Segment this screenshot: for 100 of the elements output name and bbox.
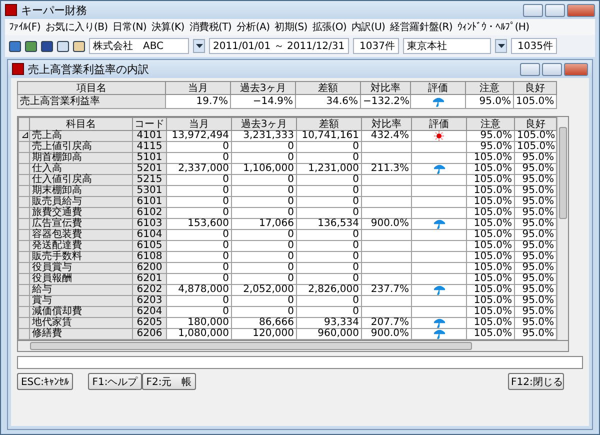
table-cell: 販売員給与 (30, 196, 132, 208)
menu-item[interactable]: 内訳(U) (352, 20, 386, 34)
table-cell: 地代家賃 (30, 318, 132, 328)
table-cell: 95.0% (466, 142, 514, 152)
branch-field[interactable]: 東京本社 (403, 38, 491, 54)
table-cell: 105.0% (466, 196, 514, 208)
table-cell: 0 (166, 252, 232, 262)
cancel-button[interactable]: ESC:ｷｬﾝｾﾙ (17, 373, 73, 390)
minimize-button[interactable] (520, 62, 540, 76)
table-cell: 0 (166, 230, 232, 240)
table-cell: 432.4% (362, 130, 412, 142)
dropdown-button[interactable] (193, 39, 205, 53)
table-cell: 13,972,494 (166, 130, 232, 142)
umbrella-icon (432, 96, 444, 106)
table-cell: 95.0% (514, 196, 556, 208)
table-cell: 95.0% (514, 296, 556, 306)
table-cell: 0 (296, 240, 362, 252)
table-cell: 0 (232, 252, 296, 262)
menu-item[interactable]: 初期(S) (274, 20, 308, 34)
column-header: 過去3ヶ月 (230, 82, 296, 94)
table-cell: 95.0% (514, 186, 556, 196)
table-cell: 0 (166, 196, 232, 208)
maximize-button[interactable] (542, 62, 562, 76)
table-cell: 期末棚卸高 (30, 186, 132, 196)
menu-item[interactable]: ﾌｧｲﾙ(F) (9, 21, 40, 33)
table-cell: 95.0% (514, 252, 556, 262)
table-cell: 売上高営業利益率 (18, 94, 166, 108)
table-cell: 0 (232, 186, 296, 196)
table-cell: 10,741,161 (296, 130, 362, 142)
table-cell: 0 (296, 142, 362, 152)
minimize-button[interactable] (523, 4, 543, 16)
maximize-button[interactable] (545, 4, 565, 16)
count-field: 1037件 (353, 38, 399, 54)
table-cell: 2,826,000 (296, 284, 362, 296)
column-header: 注意 (466, 118, 514, 130)
menu-item[interactable]: 分析(A) (236, 20, 270, 34)
table-cell: 95.0% (514, 328, 556, 340)
column-header: 良好 (514, 82, 556, 94)
table-cell: 0 (296, 296, 362, 306)
table-cell: 6201 (132, 274, 166, 284)
period-field[interactable]: 2011/01/01 ～ 2011/12/31 (209, 38, 349, 54)
horizontal-scrollbar[interactable] (17, 341, 569, 352)
column-header: 差額 (296, 118, 362, 130)
table-cell: 237.7% (362, 284, 412, 296)
table-cell: 105.0% (466, 262, 514, 274)
window-title: 売上高営業利益率の内訳 (28, 62, 150, 76)
table-cell: 95.0% (514, 208, 556, 218)
table-cell: 0 (232, 174, 296, 186)
table-cell: 3,231,333 (232, 130, 296, 142)
table-cell: 95.0% (514, 152, 556, 164)
table-cell: 900.0% (362, 328, 412, 340)
table-cell: 105.0% (514, 142, 556, 152)
table-cell: 105.0% (466, 208, 514, 218)
table-cell: 0 (296, 252, 362, 262)
column-header: 当月 (166, 118, 232, 130)
table-cell: 0 (296, 174, 362, 186)
table-cell: 105.0% (466, 186, 514, 196)
table-cell: 95.0% (514, 262, 556, 274)
ledger-button[interactable]: F2:元 帳 (142, 373, 196, 390)
dropdown-button[interactable] (495, 39, 507, 53)
table-cell: 34.6% (296, 94, 360, 108)
vertical-scrollbar[interactable] (557, 117, 568, 340)
column-header: 科目名 (30, 118, 132, 130)
menu-item[interactable]: ｳｨﾝﾄﾞｳ・ﾍﾙﾌﾟ(H) (458, 21, 530, 33)
table-cell: 1,080,000 (166, 328, 232, 340)
close-button[interactable] (564, 62, 588, 76)
table-cell: 0 (232, 196, 296, 208)
table-cell: 105.0% (466, 328, 514, 340)
menu-item[interactable]: 拡張(O) (312, 20, 347, 34)
table-cell: 105.0% (514, 130, 556, 142)
close-button[interactable]: F12:閉じる (508, 373, 564, 390)
table-cell: 0 (296, 208, 362, 218)
menu-item[interactable]: お気に入り(B) (45, 20, 108, 34)
umbrella-icon (434, 219, 444, 229)
table-cell: 0 (166, 186, 232, 196)
menu-item[interactable]: 経営羅針盤(R) (390, 20, 453, 34)
table-cell: 役員報酬 (30, 274, 132, 284)
table-cell: 86,666 (232, 318, 296, 328)
help-button[interactable]: F1:ヘルプ (88, 373, 142, 390)
table-cell: 0 (166, 240, 232, 252)
table-cell: 0 (166, 274, 232, 284)
table-cell: 120,000 (232, 328, 296, 340)
table-cell: −14.9% (230, 94, 296, 108)
menu-item[interactable]: 日常(N) (112, 20, 147, 34)
table-cell: 105.0% (466, 296, 514, 306)
table-cell: 93,334 (296, 318, 362, 328)
expand-marker[interactable]: ⊿ (18, 130, 30, 142)
table-cell: 0 (232, 306, 296, 318)
app-icon (5, 4, 17, 16)
close-button[interactable] (567, 4, 595, 16)
table-cell: 減価償却費 (30, 306, 132, 318)
menu-item[interactable]: 消費税(T) (189, 20, 232, 34)
company-field[interactable]: 株式会社 ABC (89, 38, 189, 54)
table-cell: 0 (232, 262, 296, 274)
table-cell: 4101 (132, 130, 166, 142)
table-cell: 95.0% (514, 218, 556, 230)
menu-item[interactable]: 決算(K) (152, 20, 184, 34)
table-cell: 広告宣伝費 (30, 218, 132, 230)
column-header: 対比率 (360, 82, 410, 94)
table-cell: 95.0% (514, 318, 556, 328)
